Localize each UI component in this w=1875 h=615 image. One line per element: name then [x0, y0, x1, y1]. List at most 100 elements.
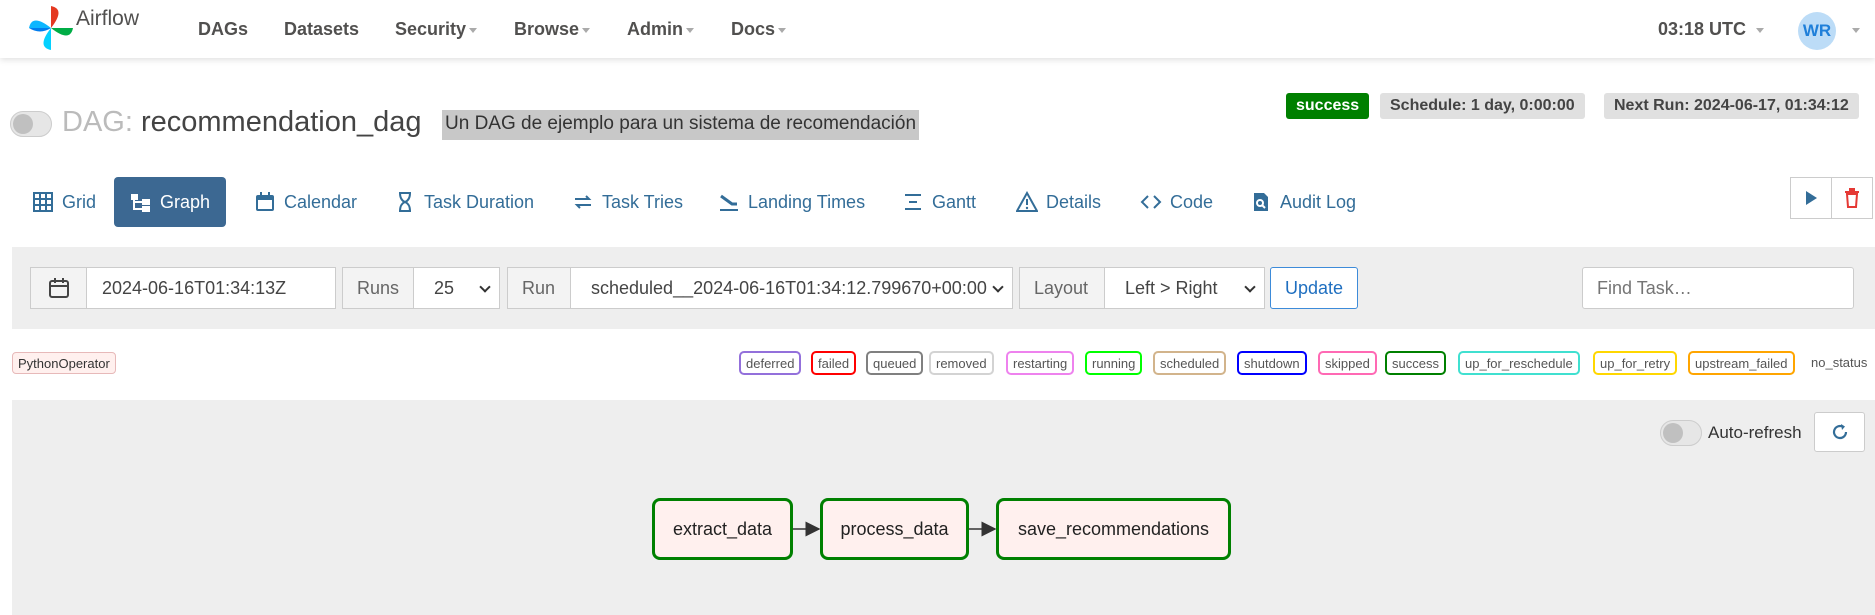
- nav-browse-label: Browse: [514, 19, 580, 39]
- state-chip-success[interactable]: success: [1385, 351, 1446, 375]
- chevron-down-icon: [479, 281, 491, 293]
- nav-admin[interactable]: Admin: [627, 19, 694, 40]
- run-select[interactable]: scheduled__2024-06-16T01:34:12.799670+00…: [570, 267, 1013, 309]
- tab-audit-log[interactable]: Audit Log: [1234, 177, 1372, 227]
- state-no-status[interactable]: no_status: [1811, 355, 1867, 370]
- nav-security[interactable]: Security: [395, 19, 478, 40]
- state-chip-queued[interactable]: queued: [866, 351, 924, 375]
- chevron-down-icon: [582, 27, 591, 33]
- tab-code[interactable]: Code: [1124, 177, 1229, 227]
- auto-refresh-toggle[interactable]: [1660, 420, 1702, 446]
- next-run-badge: Next Run: 2024-06-17, 01:34:12: [1604, 93, 1859, 119]
- user-avatar[interactable]: WR: [1798, 12, 1836, 50]
- run-value: scheduled__2024-06-16T01:34:12.799670+00…: [591, 277, 987, 298]
- retry-icon: [574, 195, 592, 209]
- chevron-down-icon: [1756, 27, 1765, 33]
- task-label: save_recommendations: [1017, 518, 1210, 539]
- task-node-save-recommendations[interactable]: save_recommendations: [996, 498, 1231, 560]
- update-button[interactable]: Update: [1270, 267, 1359, 309]
- landing-icon: [720, 194, 738, 211]
- auto-refresh-label: Auto-refresh: [1708, 423, 1802, 442]
- state-chip-skipped[interactable]: skipped: [1318, 351, 1377, 375]
- tab-label: Code: [1170, 191, 1214, 212]
- runs-select[interactable]: 25: [413, 267, 500, 309]
- nav-docs[interactable]: Docs: [731, 19, 787, 40]
- clock-label: 03:18 UTC: [1658, 19, 1747, 39]
- timezone-clock[interactable]: 03:18 UTC: [1658, 19, 1765, 40]
- layout-select[interactable]: Left > Right: [1104, 267, 1265, 309]
- nav-datasets[interactable]: Datasets: [284, 19, 359, 40]
- base-date-value: 2024-06-16T01:34:13Z: [102, 277, 287, 298]
- state-chip-up-for-retry[interactable]: up_for_retry: [1593, 351, 1678, 375]
- auto-refresh[interactable]: Auto-refresh: [1660, 420, 1802, 446]
- state-chip-upstream-failed[interactable]: upstream_failed: [1688, 351, 1795, 375]
- nav-admin-label: Admin: [627, 19, 683, 39]
- runs-label: Runs: [342, 267, 414, 309]
- chevron-down-icon: [992, 281, 1004, 293]
- nav-datasets-label: Datasets: [284, 19, 360, 39]
- task-node-extract-data[interactable]: extract_data: [652, 498, 793, 560]
- tab-label: Calendar: [284, 191, 358, 212]
- tab-gantt[interactable]: Gantt: [886, 177, 992, 227]
- tab-landing-times[interactable]: Landing Times: [702, 177, 881, 227]
- code-icon: [1140, 195, 1162, 209]
- operator-legend-badge[interactable]: PythonOperator: [12, 352, 116, 374]
- find-task-input[interactable]: [1582, 267, 1854, 309]
- dag-description: Un DAG de ejemplo para un sistema de rec…: [442, 110, 920, 140]
- state-chip-shutdown[interactable]: shutdown: [1237, 351, 1307, 375]
- brand-logo[interactable]: Airflow: [26, 4, 139, 52]
- chevron-down-icon[interactable]: [1852, 28, 1860, 33]
- state-chip-removed[interactable]: removed: [929, 351, 994, 375]
- refresh-button[interactable]: [1814, 412, 1865, 452]
- state-chip-up-for-reschedule[interactable]: up_for_reschedule: [1458, 351, 1580, 375]
- tab-label: Task Duration: [424, 191, 535, 212]
- grid-icon: [33, 192, 53, 212]
- calendar-icon: [256, 192, 274, 211]
- task-label: process_data: [840, 518, 949, 539]
- tab-task-tries[interactable]: Task Tries: [556, 177, 699, 227]
- dag-title: DAG: recommendation_dag: [62, 106, 421, 139]
- task-label: extract_data: [672, 518, 773, 539]
- airflow-pinwheel-icon: [29, 6, 73, 50]
- brand-name: Airflow: [76, 7, 140, 30]
- tab-calendar[interactable]: Calendar: [238, 177, 373, 227]
- state-chip-running[interactable]: running: [1085, 351, 1143, 375]
- date-picker-button[interactable]: [30, 267, 87, 309]
- tab-grid[interactable]: Grid: [16, 177, 112, 227]
- dag-state-badge: success: [1286, 93, 1370, 119]
- tab-details[interactable]: Details: [1000, 177, 1117, 227]
- delete-dag-button[interactable]: [1831, 177, 1873, 219]
- state-chip-deferred[interactable]: deferred: [739, 351, 802, 375]
- nav-dags[interactable]: DAGs: [198, 19, 248, 40]
- tab-label: Landing Times: [748, 191, 866, 212]
- schedule-badge: Schedule: 1 day, 0:00:00: [1380, 93, 1585, 119]
- nav-browse[interactable]: Browse: [514, 19, 591, 40]
- dag-prefix: DAG:: [62, 106, 133, 138]
- tab-label: Task Tries: [602, 191, 684, 212]
- tab-label: Graph: [160, 191, 211, 212]
- state-chip-scheduled[interactable]: scheduled: [1153, 351, 1227, 375]
- nav-dags-label: DAGs: [198, 19, 249, 39]
- dag-id: recommendation_dag: [140, 106, 422, 138]
- dag-pause-toggle[interactable]: [10, 111, 52, 137]
- tab-label: Details: [1046, 191, 1102, 212]
- play-icon: [1806, 191, 1817, 205]
- base-date-input[interactable]: 2024-06-16T01:34:13Z: [86, 267, 336, 309]
- toggle-knob: [13, 114, 33, 134]
- state-chip-failed[interactable]: failed: [811, 351, 857, 375]
- trigger-dag-button[interactable]: [1790, 177, 1832, 219]
- graph-icon: [131, 194, 150, 212]
- layout-value: Left > Right: [1125, 277, 1218, 298]
- tab-task-duration[interactable]: Task Duration: [378, 177, 550, 227]
- chevron-down-icon: [686, 27, 694, 33]
- run-label: Run: [507, 267, 571, 309]
- calendar-icon: [48, 278, 69, 298]
- tab-label: Grid: [62, 191, 97, 212]
- refresh-icon: [1832, 424, 1847, 440]
- trash-icon: [1845, 188, 1859, 208]
- state-chip-restarting[interactable]: restarting: [1006, 351, 1075, 375]
- tab-label: Gantt: [932, 191, 977, 212]
- chevron-down-icon: [1244, 281, 1256, 293]
- task-node-process-data[interactable]: process_data: [820, 498, 969, 560]
- tab-graph[interactable]: Graph: [114, 177, 227, 227]
